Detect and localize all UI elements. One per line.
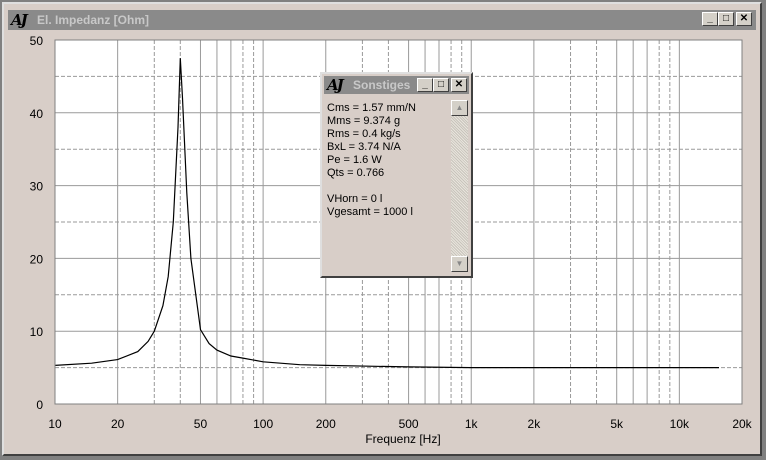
- scroll-down-button[interactable]: ▼: [451, 256, 468, 272]
- y-tick-label: 50: [30, 34, 44, 48]
- parameter-list: Cms = 1.57 mm/N Mms = 9.374 g Rms = 0.4 …: [327, 102, 416, 219]
- x-tick-label: 10: [48, 417, 62, 431]
- param-pe: Pe = 1.6 W: [327, 154, 382, 166]
- vertical-scrollbar[interactable]: ▲ ▼: [451, 100, 468, 272]
- sonstiges-titlebar[interactable]: AJ Sonstiges _ □ ✕: [324, 76, 469, 94]
- param-rms: Rms = 0.4 kg/s: [327, 128, 401, 140]
- x-tick-label: 100: [253, 417, 273, 431]
- param-vgesamt: Vgesamt = 1000 l: [327, 206, 413, 218]
- param-mms: Mms = 9.374 g: [327, 115, 401, 127]
- maximize-button[interactable]: □: [433, 78, 449, 92]
- scroll-up-button[interactable]: ▲: [451, 100, 468, 116]
- param-cms: Cms = 1.57 mm/N: [327, 102, 416, 114]
- x-tick-label: 20k: [732, 417, 752, 431]
- y-tick-label: 0: [36, 398, 43, 412]
- param-qts: Qts = 0.766: [327, 167, 385, 179]
- close-button[interactable]: ✕: [451, 78, 467, 92]
- y-tick-label: 30: [30, 180, 44, 194]
- y-tick-label: 40: [30, 107, 44, 121]
- x-tick-label: 50: [194, 417, 208, 431]
- y-tick-label: 20: [30, 252, 44, 266]
- x-tick-label: 5k: [610, 417, 624, 431]
- x-axis-label: Frequenz [Hz]: [365, 432, 440, 446]
- x-tick-label: 500: [399, 417, 419, 431]
- param-vhorn: VHorn = 0 l: [327, 193, 383, 205]
- sonstiges-window: AJ Sonstiges _ □ ✕ Cms = 1.57 mm/N Mms =…: [320, 72, 473, 278]
- param-bxl: BxL = 3.74 N/A: [327, 141, 401, 153]
- y-tick-label: 10: [30, 325, 44, 339]
- x-tick-label: 2k: [528, 417, 542, 431]
- x-tick-label: 1k: [465, 417, 479, 431]
- app-logo-icon: AJ: [327, 76, 344, 94]
- x-tick-label: 10k: [670, 417, 690, 431]
- x-tick-label: 20: [111, 417, 125, 431]
- x-tick-label: 200: [316, 417, 336, 431]
- param-blank: [327, 180, 416, 193]
- sonstiges-title: Sonstiges: [353, 78, 411, 92]
- minimize-button[interactable]: _: [417, 78, 433, 92]
